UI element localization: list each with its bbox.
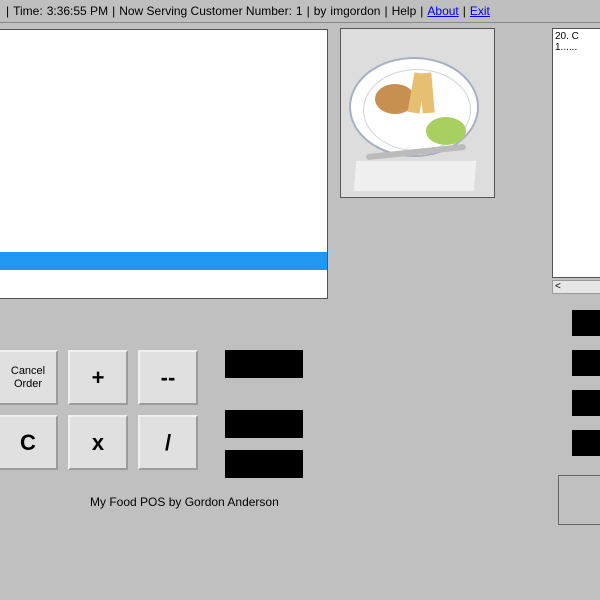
food-photo [340,28,495,198]
keypad: Cancel Order + -- C x / [0,350,198,470]
serving-value: 1 [296,4,303,18]
clear-button[interactable]: C [0,415,58,470]
receipt-line: 20. C [555,31,599,42]
plus-button[interactable]: + [68,350,128,405]
multiply-button[interactable]: x [68,415,128,470]
time-value: 3:36:55 PM [47,4,108,18]
receipt-list[interactable]: 20. C 1...... [552,28,600,278]
side-button-3[interactable] [572,390,600,416]
side-button-1[interactable] [572,310,600,336]
receipt-line: 1...... [555,42,599,53]
display-field-1 [225,350,303,378]
divide-button[interactable]: / [138,415,198,470]
side-button-2[interactable] [572,350,600,376]
serving-label: Now Serving Customer Number: [119,4,292,18]
cancel-order-button[interactable]: Cancel Order [0,350,58,405]
display-field-2 [225,410,303,438]
exit-link[interactable]: Exit [470,4,490,18]
by-label: by [314,4,327,18]
footer-credit: My Food POS by Gordon Anderson [90,495,279,509]
display-field-3 [225,450,303,478]
help-link[interactable]: Help [392,4,417,18]
empty-panel [558,475,600,525]
header-bar: | Time: 3:36:55 PM | Now Serving Custome… [0,0,600,23]
author: imgordon [330,4,380,18]
selection-bar [0,252,327,270]
time-label: Time: [13,4,43,18]
order-display[interactable] [0,29,328,299]
side-button-4[interactable] [572,430,600,456]
scrollbar-left-icon[interactable]: < [552,280,600,294]
about-link[interactable]: About [427,4,458,18]
minus-button[interactable]: -- [138,350,198,405]
